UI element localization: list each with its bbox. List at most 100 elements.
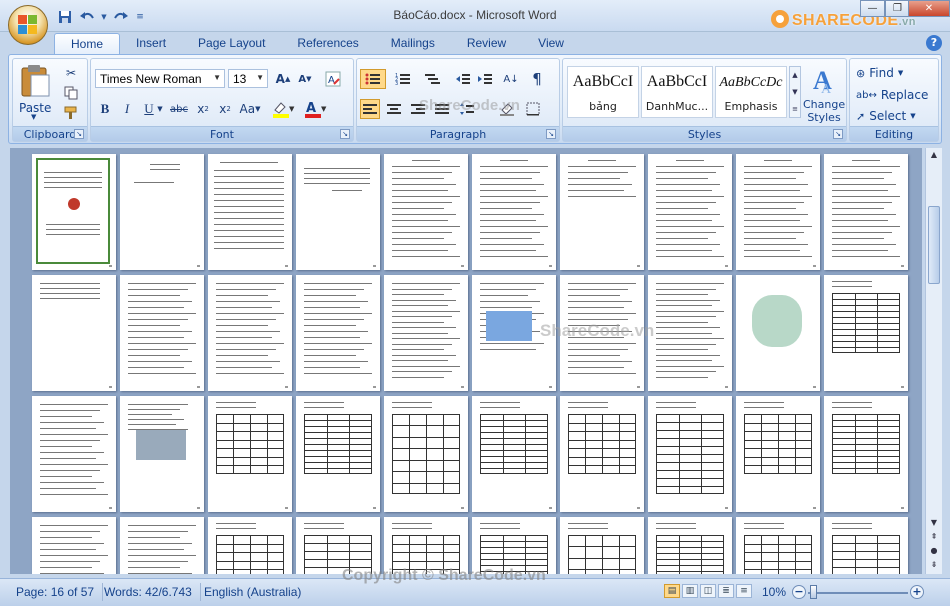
gallery-more-icon[interactable]: ≡ (790, 101, 800, 118)
close-button[interactable]: ✕ (908, 0, 950, 17)
page-thumbnail[interactable] (648, 154, 732, 270)
show-marks-icon[interactable]: ¶ (527, 69, 547, 89)
page-thumbnail[interactable] (32, 517, 116, 574)
page-count[interactable]: Page: 16 of 57 (16, 583, 104, 601)
tab-mailings[interactable]: Mailings (375, 33, 451, 55)
styles-launcher-icon[interactable]: ↘ (833, 129, 843, 139)
page-thumbnail[interactable] (736, 517, 820, 574)
paragraph-launcher-icon[interactable]: ↘ (546, 129, 556, 139)
outline-view-icon[interactable]: ≣ (718, 584, 734, 598)
numbering-button[interactable]: 123 (390, 69, 416, 89)
clear-formatting-icon[interactable]: A (323, 69, 343, 89)
page-thumbnail[interactable] (296, 275, 380, 391)
cut-icon[interactable]: ✂ (61, 63, 81, 83)
browse-object-icon[interactable]: ● (928, 546, 940, 558)
print-layout-view-icon[interactable]: ▤ (664, 584, 680, 598)
paste-button[interactable]: Paste ▼ (17, 63, 53, 123)
tab-references[interactable]: References (281, 33, 374, 55)
font-family-select[interactable]: Times New Roman ▼ (95, 69, 225, 88)
page-thumbnail[interactable] (120, 154, 204, 270)
format-painter-icon[interactable] (61, 103, 81, 123)
tab-page-layout[interactable]: Page Layout (182, 33, 281, 55)
align-center-button[interactable] (384, 99, 404, 119)
minimize-button[interactable]: — (860, 0, 885, 17)
page-thumbnail[interactable] (384, 396, 468, 512)
scrollbar-thumb[interactable] (928, 206, 940, 284)
font-color-icon[interactable]: A ▼ (303, 99, 329, 119)
page-thumbnail[interactable] (824, 396, 908, 512)
subscript-button[interactable]: x2 (193, 99, 213, 119)
underline-dropdown-icon[interactable]: ▼ (155, 99, 165, 119)
vertical-scrollbar[interactable]: ▲ ▼ ⇞ ● ⇟ (925, 148, 942, 574)
page-thumbnail[interactable] (736, 154, 820, 270)
page-thumbnail[interactable] (32, 154, 116, 270)
multilevel-list-button[interactable] (420, 69, 446, 89)
borders-icon[interactable] (523, 99, 543, 119)
scroll-up-icon[interactable]: ▲ (790, 67, 800, 84)
restore-button[interactable]: ❐ (885, 0, 910, 17)
page-thumbnail[interactable] (560, 517, 644, 574)
style-card-bang[interactable]: AaBbCcI bảng (567, 66, 639, 118)
zoom-slider-thumb[interactable] (810, 585, 817, 599)
tab-review[interactable]: Review (451, 33, 522, 55)
change-case-button[interactable]: Aa ▼ (237, 99, 263, 119)
copy-icon[interactable] (61, 83, 81, 103)
superscript-button[interactable]: x2 (215, 99, 235, 119)
scroll-down-icon[interactable]: ▼ (790, 84, 800, 101)
replace-button[interactable]: ab↔ Replace (856, 86, 928, 104)
page-thumbnail[interactable] (648, 517, 732, 574)
bold-button[interactable]: B (95, 99, 115, 119)
page-thumbnail[interactable] (32, 275, 116, 391)
page-thumbnail[interactable] (824, 154, 908, 270)
page-thumbnail[interactable] (120, 396, 204, 512)
previous-page-icon[interactable]: ⇞ (928, 532, 940, 544)
page-thumbnail[interactable] (296, 154, 380, 270)
tab-home[interactable]: Home (54, 33, 121, 55)
find-button[interactable]: ⊛ Find ▼ (856, 64, 903, 82)
select-button[interactable]: ➚ Select ▼ (856, 107, 916, 125)
zoom-level[interactable]: 10% (762, 583, 786, 601)
page-thumbnail[interactable] (472, 517, 556, 574)
grow-font-icon[interactable]: A ▲ (273, 69, 293, 89)
page-thumbnail[interactable] (208, 275, 292, 391)
tab-view[interactable]: View (522, 33, 580, 55)
word-count[interactable]: Words: 42/6.743 (104, 583, 201, 601)
tab-insert[interactable]: Insert (120, 33, 182, 55)
font-size-select[interactable]: 13 ▼ (228, 69, 268, 88)
page-thumbnail[interactable] (560, 154, 644, 270)
clipboard-launcher-icon[interactable]: ↘ (74, 129, 84, 139)
zoom-slider[interactable] (808, 592, 908, 594)
page-thumbnail[interactable] (736, 396, 820, 512)
page-thumbnail[interactable] (648, 275, 732, 391)
page-thumbnail[interactable] (208, 517, 292, 574)
font-launcher-icon[interactable]: ↘ (340, 129, 350, 139)
zoom-out-button[interactable]: − (792, 585, 806, 599)
page-thumbnail[interactable] (296, 517, 380, 574)
web-layout-view-icon[interactable]: ◫ (700, 584, 716, 598)
office-button[interactable] (8, 5, 48, 45)
page-thumbnail[interactable] (384, 275, 468, 391)
page-thumbnail[interactable] (560, 396, 644, 512)
styles-gallery-scroll[interactable]: ▲ ▼ ≡ (789, 66, 801, 118)
page-thumbnail[interactable] (296, 396, 380, 512)
sort-icon[interactable]: A↓ (501, 69, 521, 89)
page-thumbnail[interactable] (208, 396, 292, 512)
next-page-icon[interactable]: ⇟ (928, 560, 940, 572)
change-styles-button[interactable]: A A Change Styles ▾ (803, 63, 845, 137)
strikethrough-button[interactable]: abc (169, 99, 189, 119)
page-thumbnail[interactable] (208, 154, 292, 270)
scroll-up-icon[interactable]: ▲ (928, 150, 940, 162)
document-area[interactable]: ShareCode.vn (10, 148, 922, 574)
page-thumbnail[interactable] (824, 275, 908, 391)
page-thumbnail[interactable] (384, 154, 468, 270)
page-thumbnail[interactable] (120, 275, 204, 391)
italic-button[interactable]: I (117, 99, 137, 119)
decrease-indent-icon[interactable] (453, 69, 473, 89)
help-icon[interactable]: ? (926, 35, 942, 51)
scroll-down-icon[interactable]: ▼ (928, 518, 940, 530)
zoom-in-button[interactable]: + (910, 585, 924, 599)
style-card-emphasis[interactable]: AaBbCcDc Emphasis (715, 66, 787, 118)
page-thumbnail[interactable] (824, 517, 908, 574)
full-screen-reading-view-icon[interactable]: ▥ (682, 584, 698, 598)
page-thumbnail[interactable] (472, 396, 556, 512)
